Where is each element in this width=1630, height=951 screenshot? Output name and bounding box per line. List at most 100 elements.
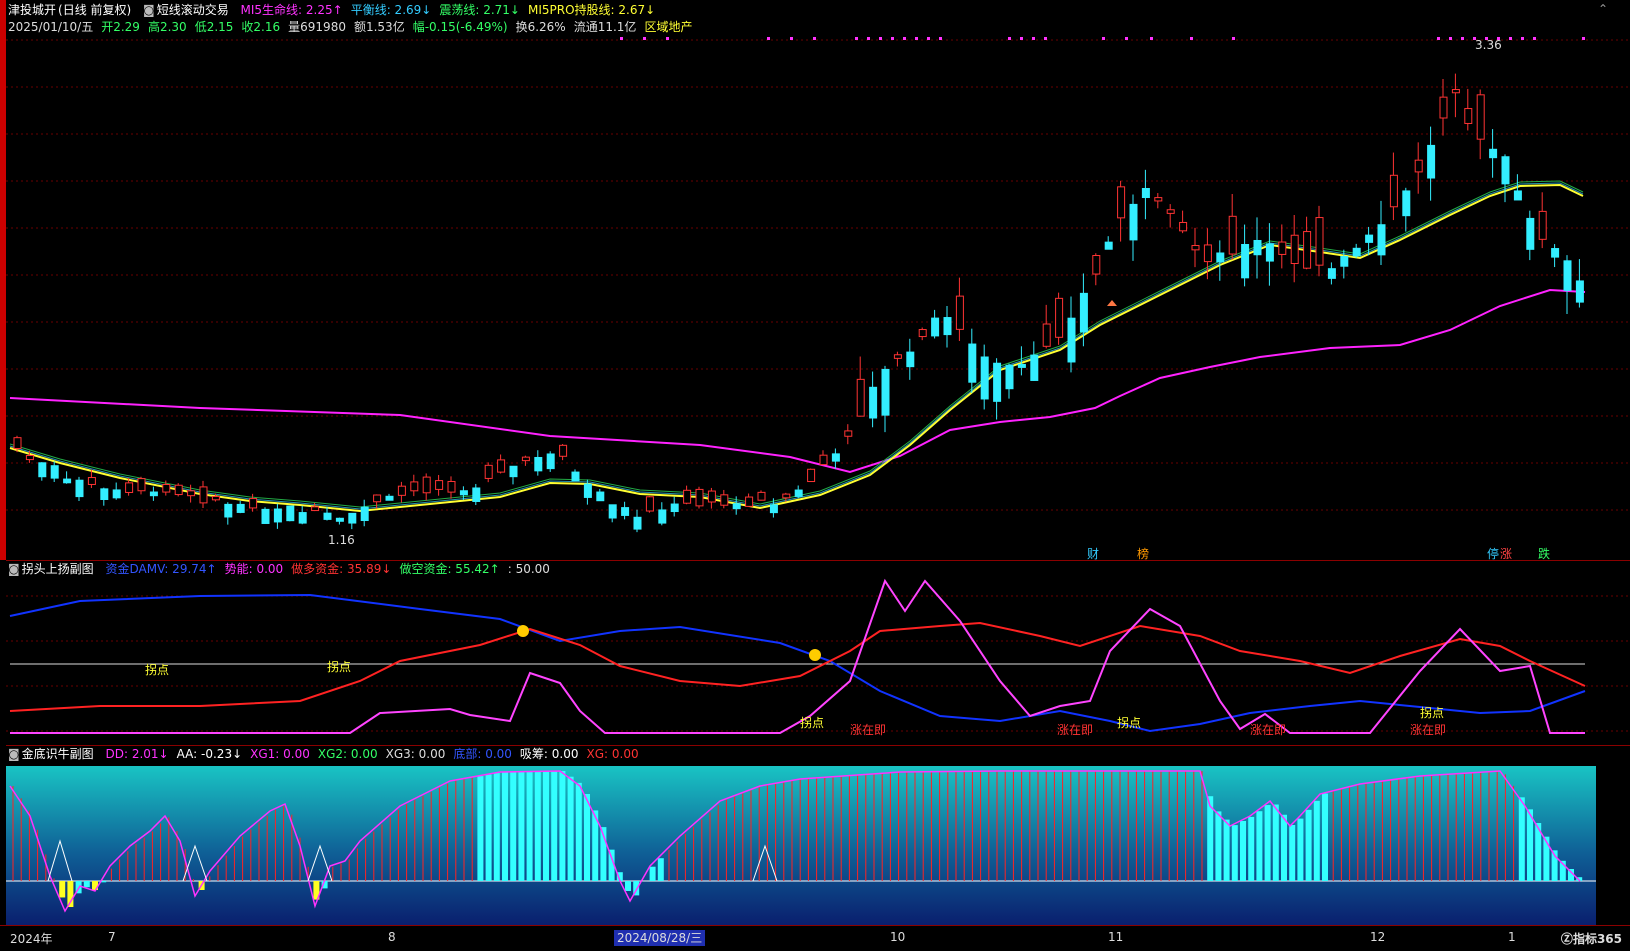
candle-body <box>163 485 170 493</box>
candle-body <box>39 463 46 477</box>
histogram-bar <box>1224 820 1230 881</box>
candle-body <box>64 479 71 483</box>
histogram-bar <box>1240 821 1246 881</box>
signal-dot <box>939 37 942 40</box>
candle-body <box>981 357 988 399</box>
candle-body <box>597 492 604 501</box>
candle-body <box>1018 364 1025 367</box>
candle-body <box>994 363 1001 401</box>
candle-body <box>1452 90 1459 93</box>
signal-dot <box>1232 37 1235 40</box>
sub2-bar-chart[interactable] <box>0 746 1630 925</box>
candle-body <box>795 490 802 496</box>
candle-body <box>1068 318 1075 362</box>
signal-dot <box>1150 37 1153 40</box>
signal-dot <box>1008 37 1011 40</box>
axis-label-2024: 2024年 <box>10 930 53 947</box>
candle-body <box>1266 244 1273 261</box>
candle-body <box>212 496 219 499</box>
candle-body <box>609 505 616 518</box>
candle-body <box>758 492 765 500</box>
signal-dot <box>643 37 646 40</box>
candle-body <box>1477 95 1484 139</box>
candle-body <box>175 485 182 494</box>
date-axis[interactable]: 2024年 7 8 2024/08/28/三 10 11 12 1 Ⓩ指标365 <box>0 925 1630 951</box>
candle-body <box>671 504 678 511</box>
candle-body <box>274 509 281 522</box>
axis-label-1: 1 <box>1508 930 1516 944</box>
candle-body <box>126 483 133 493</box>
candle-body <box>1316 218 1323 266</box>
histogram-bar <box>559 771 565 881</box>
candle-body <box>1180 222 1187 230</box>
turning-point-label: 拐点 <box>145 661 169 678</box>
candle-body <box>870 387 877 418</box>
candle-body <box>845 431 852 436</box>
candle-body <box>1155 198 1162 201</box>
high-price-label: 3.36 <box>1475 38 1502 52</box>
histogram-bar <box>650 867 656 881</box>
histogram-bar-negative <box>59 881 65 897</box>
candle-body <box>1080 293 1087 332</box>
candle-body <box>919 330 926 337</box>
histogram-bar <box>1281 815 1287 881</box>
candle-body <box>510 466 517 476</box>
rise-imminent-label: 涨在即 <box>1057 721 1093 738</box>
candle-body <box>262 509 269 523</box>
signal-dot <box>915 37 918 40</box>
candle-body <box>1130 204 1137 240</box>
candle-body <box>361 507 368 520</box>
signal-dot <box>891 37 894 40</box>
histogram-bar <box>486 775 492 881</box>
candle-body <box>1043 324 1050 346</box>
histogram-bar <box>477 776 483 881</box>
candle-body <box>907 352 914 367</box>
candle-body <box>696 489 703 505</box>
candle-body <box>485 465 492 478</box>
signal-dot <box>1190 37 1193 40</box>
signal-dot <box>1509 37 1512 40</box>
sub-chart-1-pane[interactable]: ◙拐头上扬副图 资金DAMV: 29.74↑势能: 0.00做多资金: 35.8… <box>0 561 1630 745</box>
candle-body <box>336 518 343 521</box>
candle-body <box>882 369 889 415</box>
candle-body <box>423 477 430 493</box>
main-chart-pane[interactable]: 津投城开(日线 前复权) ◙短线滚动交易 MI5生命线: 2.25↑平衡线: 2… <box>0 0 1630 560</box>
candle-body <box>659 510 666 523</box>
signal-dot <box>903 37 906 40</box>
candle-body <box>138 479 145 491</box>
candle-body <box>1490 149 1497 157</box>
candle-body <box>646 497 653 511</box>
candle-body <box>622 508 629 516</box>
candle-body <box>560 445 567 456</box>
signal-dot <box>1125 37 1128 40</box>
axis-label-7: 7 <box>108 930 116 944</box>
candle-body <box>1514 191 1521 200</box>
signal-dot <box>1020 37 1023 40</box>
candle-body <box>1118 187 1125 218</box>
brand-icon: Ⓩ <box>1561 932 1573 946</box>
candle-body <box>1056 298 1063 337</box>
candle-body <box>101 489 108 500</box>
candle-body <box>324 513 331 519</box>
candle-body <box>14 438 21 449</box>
signal-dot <box>1437 37 1440 40</box>
histogram-bar <box>1215 811 1221 881</box>
candle-body <box>250 499 257 508</box>
histogram-bar-negative <box>84 881 90 887</box>
histogram-bar <box>1289 825 1295 881</box>
turning-point-label: 拐点 <box>1420 704 1444 721</box>
candlestick-chart[interactable] <box>0 0 1630 560</box>
histogram-bar <box>494 773 500 881</box>
candle-body <box>547 454 554 469</box>
rise-imminent-label: 涨在即 <box>1410 721 1446 738</box>
histogram-bar <box>1256 811 1262 881</box>
candle-body <box>1552 249 1559 258</box>
candle-body <box>746 497 753 506</box>
candle-body <box>460 491 467 495</box>
candle-body <box>1217 253 1224 262</box>
histogram-bar <box>1527 809 1533 881</box>
selected-date-label[interactable]: 2024/08/28/三 <box>614 930 705 946</box>
histogram-bar <box>658 858 664 881</box>
candle-body <box>1576 281 1583 302</box>
sub-chart-2-pane[interactable]: ◙金底识牛副图 DD: 2.01↓AA: -0.23↓XG1: 0.00XG2:… <box>0 746 1630 925</box>
